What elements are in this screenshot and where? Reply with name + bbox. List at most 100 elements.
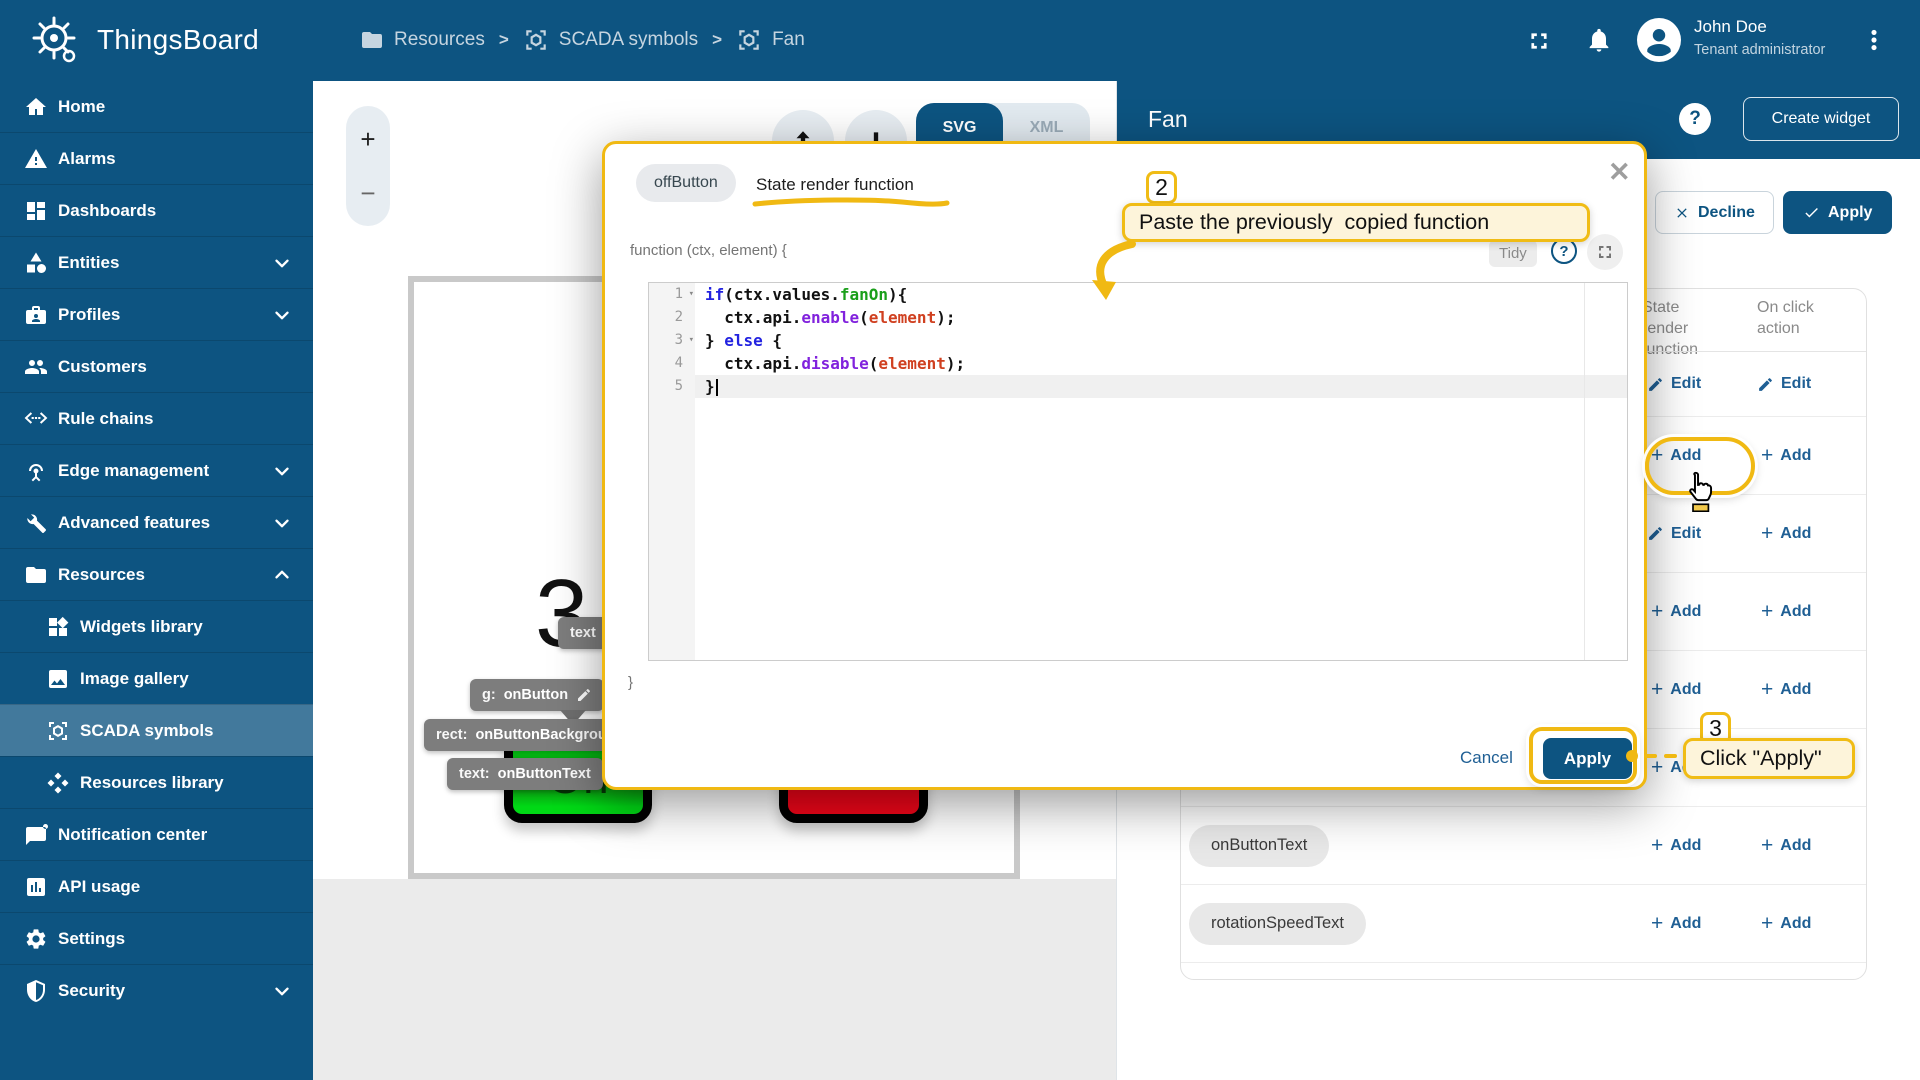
cancel-button[interactable]: Cancel [1460,748,1513,768]
tab-state-render-function[interactable]: State render function [756,175,914,195]
chat-icon [24,823,48,847]
zoom-in-button[interactable]: + [346,112,390,166]
decline-button[interactable]: Decline [1655,191,1774,234]
close-icon[interactable]: ✕ [1608,162,1631,182]
sidebar-item-security[interactable]: Security [0,964,313,1016]
sidebar-item-advanced-features[interactable]: Advanced features [0,496,313,548]
add-state-render-button[interactable]: +Add [1651,681,1701,699]
scada-symbol-icon [46,719,70,743]
sidebar-item-edge-management[interactable]: Edge management [0,444,313,496]
add-on-click-button[interactable]: +Add [1761,603,1811,621]
diamonds-icon [46,771,70,795]
sidebar-item-settings[interactable]: Settings [0,912,313,964]
editor-scrollbar-track[interactable] [1584,283,1585,660]
avatar[interactable] [1637,18,1681,62]
sidebar-item-label: Settings [58,929,125,949]
edit-state-render-button[interactable]: Edit [1647,375,1701,393]
add-state-render-button[interactable]: +Add [1651,837,1701,855]
sidebar-item-rule-chains[interactable]: Rule chains [0,392,313,444]
hand-cursor-icon [1683,470,1717,512]
sidebar-item-label: Resources [58,565,145,585]
add-on-click-button[interactable]: +Add [1761,525,1811,543]
customers-icon [24,355,48,379]
sidebar-item-widgets-library[interactable]: Widgets library [0,600,313,652]
zoom-out-button[interactable]: − [346,166,390,220]
kebab-menu-icon[interactable] [1860,26,1888,59]
sidebar-item-entities[interactable]: Entities [0,236,313,288]
folder-icon [360,28,384,52]
editor-gutter: 1▾23▾45 [649,283,695,660]
sidebar: Home Alarms Dashboards EntitiesProfilesCust… [0,81,313,1080]
sidebar-item-label: Alarms [58,149,116,169]
canvas-background [313,879,1116,1080]
edit-state-render-button[interactable]: Edit [1647,525,1701,543]
closing-brace: } [628,674,633,691]
shield-icon [24,979,48,1003]
sidebar-item-home[interactable]: Home [0,81,313,132]
code-line-4[interactable]: ctx.api.disable(element); [695,352,1627,375]
element-pill-onButtonText[interactable]: onButtonText [1189,825,1329,867]
check-icon [1803,204,1820,221]
sidebar-item-customers[interactable]: Customers [0,340,313,392]
notifications-bell-icon[interactable] [1585,26,1613,59]
tutorial-step-3-callout: Click "Apply" [1683,738,1855,779]
fullscreen-icon[interactable] [1526,28,1552,59]
user-role: Tenant administrator [1694,42,1825,58]
diamonds-icon [46,771,70,795]
element-tag-text[interactable]: text [558,617,608,649]
sidebar-item-profiles[interactable]: Profiles [0,288,313,340]
entities-icon [24,251,48,275]
edit-on-click-button[interactable]: Edit [1757,375,1811,393]
fold-caret-icon[interactable]: ▾ [689,329,694,352]
tools-icon [24,511,48,535]
sidebar-item-alarms[interactable]: Alarms [0,132,313,184]
apply-button-top[interactable]: Apply [1783,191,1892,234]
rule-chains-icon [24,407,48,431]
sidebar-item-api-usage[interactable]: API usage [0,860,313,912]
code-line-3[interactable]: } else { [695,329,1627,352]
home-icon [24,95,48,119]
add-on-click-button[interactable]: +Add [1761,681,1811,699]
chevron-down-icon [271,252,293,274]
add-state-render-button[interactable]: +Add [1651,603,1701,621]
help-button[interactable]: ? [1679,103,1711,135]
add-state-render-button[interactable]: +Add [1651,915,1701,933]
sidebar-item-dashboards[interactable]: Dashboards [0,184,313,236]
editor-code[interactable]: if(ctx.values.fanOn){ ctx.api.enable(ele… [695,283,1627,660]
editor-fullscreen-icon[interactable] [1587,234,1623,270]
element-tag-group-onbutton[interactable]: g: onButton [470,679,604,711]
home-icon [24,95,48,119]
sidebar-item-resources[interactable]: Resources [0,548,313,600]
create-widget-button[interactable]: Create widget [1743,97,1899,141]
code-editor[interactable]: 1▾23▾45 if(ctx.values.fanOn){ ctx.api.en… [648,282,1628,661]
code-line-2[interactable]: ctx.api.enable(element); [695,306,1627,329]
add-on-click-button[interactable]: +Add [1761,915,1811,933]
breadcrumb-item-scada-symbols[interactable]: SCADA symbols [523,27,698,53]
entities-icon [24,251,48,275]
offbutton-chip[interactable]: offButton [636,164,736,202]
breadcrumb: Resources > SCADA symbols > Fan [360,22,805,58]
chart-icon [24,875,48,899]
tools-icon [24,511,48,535]
chevron-down-icon [271,304,293,326]
breadcrumb-item-resources[interactable]: Resources [360,28,485,52]
code-line-1[interactable]: if(ctx.values.fanOn){ [695,283,1627,306]
folder-icon [24,563,48,587]
fold-caret-icon[interactable]: ▾ [689,283,694,306]
sidebar-item-label: Dashboards [58,201,156,221]
sidebar-item-image-gallery[interactable]: Image gallery [0,652,313,704]
code-line-5[interactable]: } [695,375,1627,398]
element-tag-text-onbuttontext[interactable]: text: onButtonText [447,758,603,790]
element-pill-rotationSpeedText[interactable]: rotationSpeedText [1189,903,1366,945]
sidebar-item-label: Rule chains [58,409,153,429]
sidebar-item-notification-center[interactable]: Notification center [0,808,313,860]
tutorial-highlight-apply-button [1529,727,1637,784]
sidebar-item-scada-symbols[interactable]: SCADA symbols [0,704,313,756]
tidy-button[interactable]: Tidy [1489,240,1537,267]
image-icon [46,667,70,691]
sidebar-item-resources-library[interactable]: Resources library [0,756,313,808]
rotation-speed-value: 3 [535,559,588,669]
sidebar-item-label: Widgets library [80,617,203,637]
add-on-click-button[interactable]: +Add [1761,837,1811,855]
add-on-click-button[interactable]: +Add [1761,447,1811,465]
